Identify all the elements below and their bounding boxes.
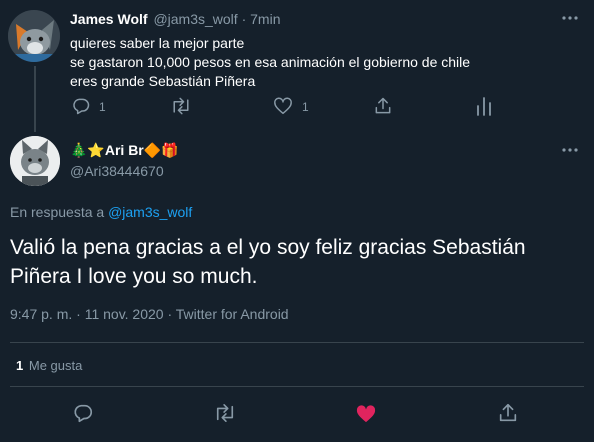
parent-text-line: eres grande Sebastián Piñera <box>70 73 256 89</box>
replying-to: En respuesta a @jam3s_wolf <box>10 204 192 220</box>
parent-text-line: se gastaron 10,000 pesos en esa animació… <box>70 54 471 70</box>
parent-analytics-icon[interactable] <box>475 96 493 116</box>
replying-to-prefix: En respuesta a <box>10 204 105 220</box>
parent-share-icon[interactable] <box>373 96 393 116</box>
parent-author-handle[interactable]: @jam3s_wolf <box>153 11 237 27</box>
parent-time[interactable]: 7min <box>250 11 280 27</box>
main-avatar[interactable] <box>10 136 60 186</box>
parent-separator: · <box>241 11 247 27</box>
divider <box>10 386 584 387</box>
main-author-name[interactable]: 🎄⭐Ari Br🔶🎁 <box>70 142 179 159</box>
main-text-line: Valió la pena gracias a el yo soy feliz … <box>10 236 526 259</box>
parent-author-name[interactable]: James Wolf <box>70 11 148 27</box>
tweet-meta[interactable]: 9:47 p. m. · 11 nov. 2020 · Twitter for … <box>10 306 289 322</box>
parent-like-count: 1 <box>302 100 309 114</box>
parent-avatar[interactable] <box>8 10 60 62</box>
replying-to-link[interactable]: @jam3s_wolf <box>108 204 192 220</box>
parent-reply-icon[interactable] <box>71 96 91 116</box>
parent-header: James Wolf @jam3s_wolf · 7min <box>70 11 281 27</box>
main-tweet-text: Valió la pena gracias a el yo soy feliz … <box>10 233 526 291</box>
divider <box>10 342 584 343</box>
likes-summary[interactable]: 1 Me gusta <box>16 358 82 373</box>
main-author-handle[interactable]: @Ari38444670 <box>70 163 164 179</box>
parent-tweet-text: quieres saber la mejor parte se gastaron… <box>70 34 470 91</box>
main-text-line: Piñera I love you so much. <box>10 265 258 288</box>
like-icon[interactable] <box>355 404 377 424</box>
thread-connector <box>34 66 36 132</box>
parent-retweet-icon[interactable] <box>170 96 192 116</box>
reply-icon[interactable] <box>72 402 94 424</box>
parent-more-icon[interactable] <box>561 14 579 22</box>
main-more-icon[interactable] <box>561 146 579 154</box>
share-icon[interactable] <box>497 402 519 424</box>
likes-count: 1 <box>16 358 24 373</box>
likes-label: Me gusta <box>28 358 83 373</box>
parent-like-icon[interactable] <box>273 97 293 115</box>
parent-text-line: quieres saber la mejor parte <box>70 35 245 51</box>
parent-reply-count: 1 <box>99 100 106 114</box>
retweet-icon[interactable] <box>213 403 237 423</box>
